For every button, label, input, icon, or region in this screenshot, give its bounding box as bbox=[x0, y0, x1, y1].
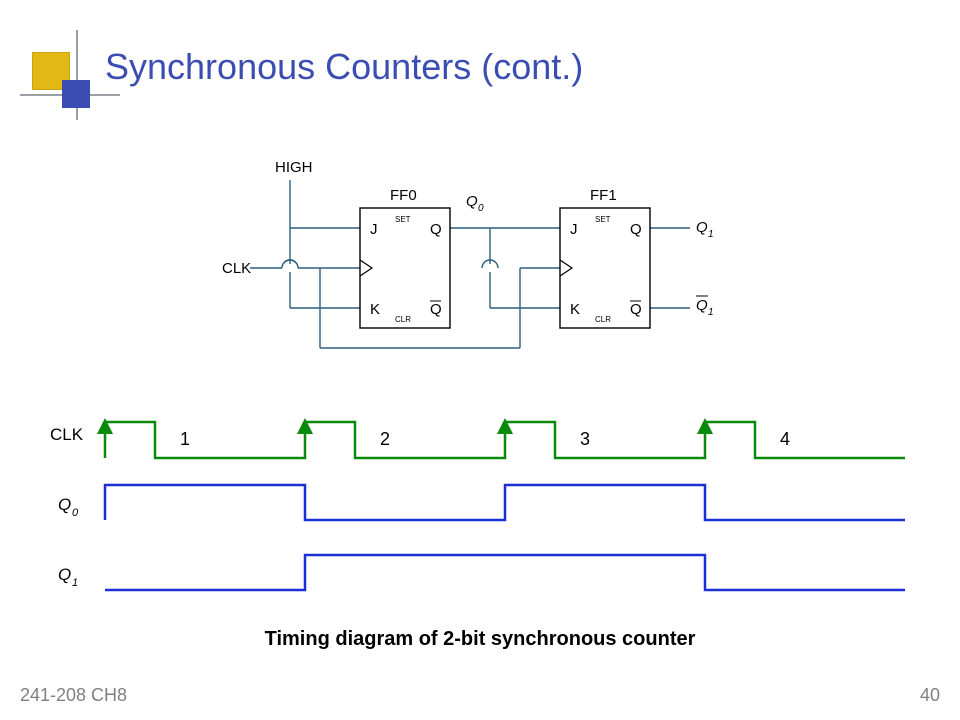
footer-left: 241-208 CH8 bbox=[20, 685, 127, 706]
clk-cycle-3: 3 bbox=[580, 429, 590, 449]
qbar-label: Q bbox=[630, 301, 642, 318]
set-label: SET bbox=[395, 215, 411, 224]
rising-edge-arrow-icon bbox=[497, 418, 513, 434]
footer-right: 40 bbox=[920, 685, 940, 706]
j-label: J bbox=[570, 221, 578, 238]
deco-square-blue bbox=[62, 80, 90, 108]
q0-waveform bbox=[105, 485, 905, 520]
slide-title: Synchronous Counters (cont.) bbox=[105, 46, 583, 88]
svg-text:Q: Q bbox=[58, 565, 71, 584]
q1-row-label: Q 1 bbox=[58, 565, 78, 589]
k-label: K bbox=[570, 301, 580, 318]
q1-out-label: Q 1 bbox=[696, 219, 714, 240]
svg-text:1: 1 bbox=[72, 577, 78, 589]
svg-text:0: 0 bbox=[478, 203, 484, 214]
q-label: Q bbox=[630, 221, 642, 238]
clk-cycle-4: 4 bbox=[780, 429, 790, 449]
caption: Timing diagram of 2-bit synchronous coun… bbox=[0, 628, 960, 651]
qbar-label: Q bbox=[430, 301, 442, 318]
slide: Synchronous Counters (cont.) bbox=[0, 0, 960, 720]
svg-text:1: 1 bbox=[708, 307, 714, 318]
j-label: J bbox=[370, 221, 378, 238]
svg-text:Q: Q bbox=[696, 219, 708, 236]
clr-label: CLR bbox=[595, 315, 611, 324]
ff1-label: FF1 bbox=[590, 187, 617, 204]
svg-text:Q: Q bbox=[696, 297, 708, 314]
q-label: Q bbox=[430, 221, 442, 238]
q0-row-label: Q 0 bbox=[58, 495, 79, 519]
clk-label: CLK bbox=[222, 260, 251, 277]
rising-edge-arrow-icon bbox=[697, 418, 713, 434]
clr-label: CLR bbox=[395, 315, 411, 324]
svg-text:0: 0 bbox=[72, 507, 79, 519]
q1bar-out-label: Q 1 bbox=[696, 296, 714, 318]
clk-row-label: CLK bbox=[50, 425, 84, 444]
high-label: HIGH bbox=[275, 159, 313, 176]
flipflop-ff1: J K Q Q SET CLR bbox=[560, 208, 650, 328]
rising-edge-arrow-icon bbox=[97, 418, 113, 434]
set-label: SET bbox=[595, 215, 611, 224]
clk-cycle-1: 1 bbox=[180, 429, 190, 449]
k-label: K bbox=[370, 301, 380, 318]
q0-net-label: Q 0 bbox=[466, 193, 484, 214]
rising-edge-arrow-icon bbox=[297, 418, 313, 434]
schematic-diagram: J K Q Q SET CLR J K Q Q SET CLR HIGH CLK… bbox=[220, 150, 740, 380]
timing-diagram: CLK Q 0 Q 1 1 2 3 4 bbox=[50, 410, 920, 620]
svg-text:Q: Q bbox=[58, 495, 71, 514]
q1-waveform bbox=[105, 555, 905, 590]
ff0-label: FF0 bbox=[390, 187, 417, 204]
clk-cycle-2: 2 bbox=[380, 429, 390, 449]
svg-text:1: 1 bbox=[708, 229, 714, 240]
flipflop-ff0: J K Q Q SET CLR bbox=[360, 208, 450, 328]
svg-text:Q: Q bbox=[466, 193, 478, 210]
